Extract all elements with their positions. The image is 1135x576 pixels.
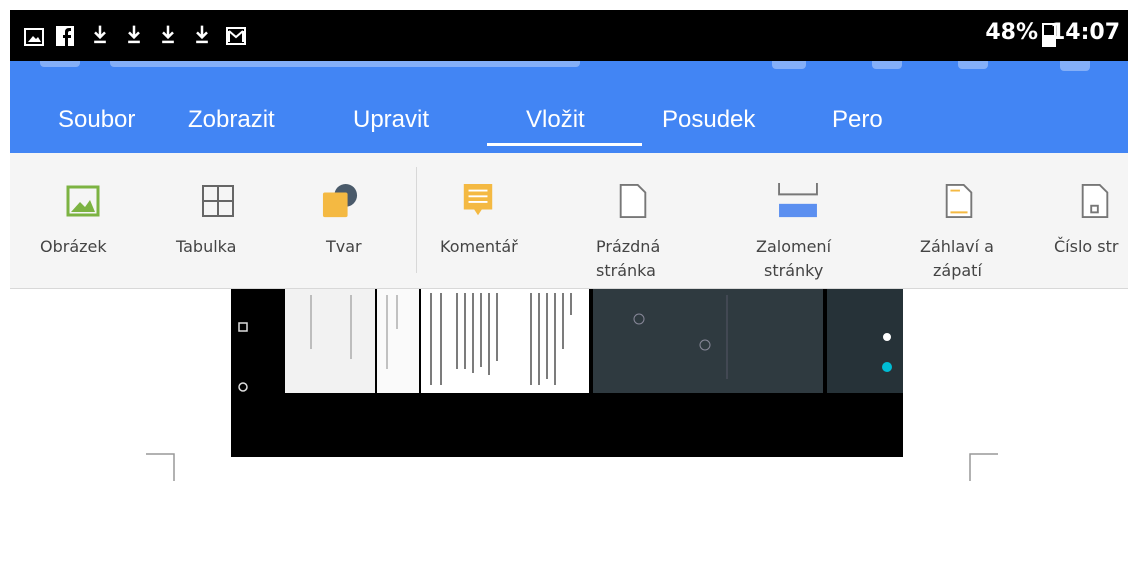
insert-page-break-button[interactable]: Zalomení stránky (730, 153, 870, 288)
download-icon (94, 25, 106, 44)
battery-percentage: 48% (985, 20, 1038, 45)
tool-label-line1: Zalomení (756, 237, 832, 256)
tool-label-line1: Záhlaví a (920, 237, 994, 256)
tool-label: Číslo str (1054, 237, 1119, 256)
insert-table-button[interactable]: Tabulka (165, 153, 275, 288)
document-page[interactable] (10, 289, 1128, 576)
comment-icon (463, 183, 493, 216)
toolbar-divider (416, 167, 417, 273)
tab-upravit[interactable]: Upravit (353, 106, 429, 134)
status-bar: 48% 14:07 (10, 10, 1128, 61)
insert-header-footer-button[interactable]: Záhlaví a zápatí (900, 153, 1030, 288)
save-icon[interactable] (772, 61, 806, 69)
tool-label: Tvar (326, 237, 362, 256)
tool-label: Komentář (440, 237, 518, 256)
header-footer-icon (945, 183, 973, 219)
hamburger-icon[interactable] (40, 61, 80, 67)
download-icon (196, 25, 208, 44)
margin-corner-mark-right (969, 453, 998, 481)
tool-label-line1: Prázdná (596, 237, 661, 256)
insert-shape-button[interactable]: Tvar (296, 153, 406, 288)
insert-page-number-button[interactable]: Číslo str (1040, 153, 1128, 288)
blank-page-icon (619, 183, 647, 219)
insert-toolbar: Obrázek Tabulka Tvar Komentář Prázdná st… (10, 153, 1128, 289)
active-tab-indicator (487, 143, 642, 146)
table-icon (202, 185, 234, 217)
document-title (110, 61, 580, 67)
embedded-screenshot-image[interactable] (231, 289, 903, 457)
insert-blank-page-button[interactable]: Prázdná stránka (578, 153, 698, 288)
margin-corner-mark-left (146, 453, 175, 481)
tool-label-line2: zápatí (933, 261, 982, 280)
gmail-icon (226, 27, 246, 45)
screenshot-thumbnail (231, 289, 903, 457)
page-number-icon (1081, 183, 1109, 219)
tool-label: Tabulka (176, 237, 237, 256)
image-notification-icon (24, 28, 44, 46)
menu-bar: Soubor Zobrazit Upravit Vložit Posudek P… (10, 61, 1128, 153)
close-icon[interactable] (1060, 61, 1090, 71)
shape-icon (322, 183, 358, 218)
download-icon (162, 25, 174, 44)
tab-zobrazit[interactable]: Zobrazit (188, 106, 275, 134)
undo-icon[interactable] (872, 61, 902, 69)
insert-comment-button[interactable]: Komentář (428, 153, 548, 288)
download-icon (128, 25, 140, 44)
facebook-icon (56, 26, 74, 46)
tool-label-line2: stránky (764, 261, 824, 280)
image-icon (66, 185, 100, 217)
tab-vlozit[interactable]: Vložit (526, 106, 585, 134)
insert-image-button[interactable]: Obrázek (20, 153, 144, 288)
page-break-icon (778, 183, 818, 218)
redo-icon[interactable] (958, 61, 988, 69)
clock: 14:07 (1049, 20, 1120, 45)
tab-soubor[interactable]: Soubor (58, 106, 135, 134)
tool-label: Obrázek (40, 237, 107, 256)
tool-label-line2: stránka (596, 261, 656, 280)
tab-pero[interactable]: Pero (832, 106, 883, 134)
tab-posudek[interactable]: Posudek (662, 106, 755, 134)
